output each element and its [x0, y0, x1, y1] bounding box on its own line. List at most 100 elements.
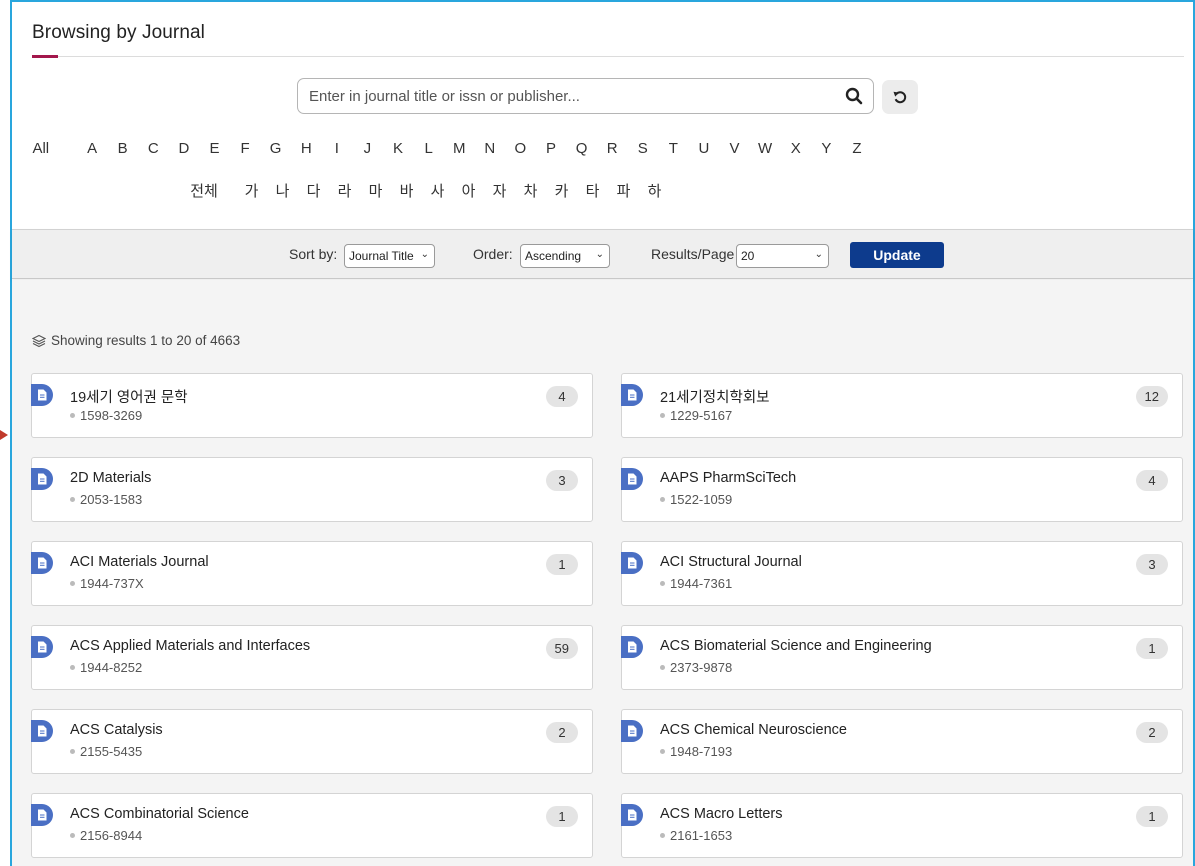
document-icon [31, 804, 53, 826]
journal-title[interactable]: ACS Biomaterial Science and Engineering [660, 638, 932, 654]
journal-card[interactable]: ACS Macro Letters 2161-1653 1 [621, 793, 1183, 858]
journal-card[interactable]: ACI Materials Journal 1944-737X 1 [31, 541, 593, 606]
alpha-korean-letter[interactable]: 가 [236, 180, 267, 201]
alpha-letter[interactable]: Q [566, 140, 597, 157]
journal-title[interactable]: 2D Materials [70, 470, 151, 486]
results-summary-text: Showing results 1 to 20 of 4663 [51, 333, 241, 348]
alpha-letter[interactable]: U [689, 140, 720, 157]
journal-issn: 2161-1653 [660, 828, 732, 843]
reset-button[interactable] [882, 80, 918, 114]
journal-title[interactable]: ACS Catalysis [70, 722, 163, 738]
chevron-down-icon: ⌄ [420, 249, 429, 260]
results-per-page-value: 20 [741, 249, 755, 263]
alpha-letter[interactable]: J [352, 140, 383, 157]
alpha-korean-letter[interactable]: 마 [360, 180, 391, 201]
sort-select[interactable]: Journal Title ⌄ [344, 244, 435, 268]
journal-title[interactable]: ACS Macro Letters [660, 806, 783, 822]
journal-issn: 1598-3269 [70, 408, 142, 423]
alpha-letter[interactable]: Z [842, 140, 873, 157]
search-icon[interactable] [845, 87, 863, 105]
journal-title[interactable]: AAPS PharmSciTech [660, 470, 796, 486]
alpha-letter[interactable]: C [138, 140, 169, 157]
alpha-letter[interactable]: D [169, 140, 200, 157]
alpha-letter[interactable]: B [107, 140, 138, 157]
alpha-letter[interactable]: O [505, 140, 536, 157]
item-count-badge: 2 [1136, 722, 1168, 743]
item-count-badge: 1 [546, 806, 578, 827]
update-button[interactable]: Update [850, 242, 944, 268]
alpha-letter[interactable]: N [475, 140, 506, 157]
alpha-letter[interactable]: P [536, 140, 567, 157]
alpha-letter[interactable]: H [291, 140, 322, 157]
alpha-letter[interactable]: F [230, 140, 261, 157]
alpha-all[interactable]: All [17, 140, 65, 157]
search-input[interactable] [309, 87, 829, 105]
journal-card[interactable]: ACS Chemical Neuroscience 1948-7193 2 [621, 709, 1183, 774]
journal-title[interactable]: ACI Materials Journal [70, 554, 209, 570]
alpha-korean-letter[interactable]: 타 [577, 180, 608, 201]
issn-text: 1944-7361 [670, 576, 733, 591]
layers-icon [32, 334, 46, 347]
journal-card[interactable]: ACS Catalysis 2155-5435 2 [31, 709, 593, 774]
document-icon [31, 468, 53, 490]
journal-card[interactable]: ACS Applied Materials and Interfaces 1944… [31, 625, 593, 690]
order-select[interactable]: Ascending ⌄ [520, 244, 610, 268]
journal-issn: 1944-8252 [70, 660, 142, 675]
alpha-korean-letter[interactable]: 자 [484, 180, 515, 201]
alpha-korean-letter[interactable]: 다 [298, 180, 329, 201]
alpha-letter[interactable]: T [658, 140, 689, 157]
alpha-letter[interactable]: Y [811, 140, 842, 157]
alpha-korean-letter[interactable]: 나 [267, 180, 298, 201]
alpha-korean-letter[interactable]: 바 [391, 180, 422, 201]
alpha-korean-letter[interactable]: 파 [608, 180, 639, 201]
issn-text: 1598-3269 [80, 408, 143, 423]
alpha-letter[interactable]: L [413, 140, 444, 157]
alpha-letter[interactable]: V [719, 140, 750, 157]
alpha-korean-all[interactable]: 전체 [180, 180, 228, 201]
journal-title[interactable]: 21세기정치학회보 [660, 386, 770, 407]
journal-card[interactable]: ACS Combinatorial Science 2156-8944 1 [31, 793, 593, 858]
results-area: Showing results 1 to 20 of 4663 19세기 영어권… [12, 280, 1193, 866]
alpha-letter[interactable]: X [780, 140, 811, 157]
alpha-letter[interactable]: M [444, 140, 475, 157]
alpha-korean-letter[interactable]: 사 [422, 180, 453, 201]
journal-card[interactable]: ACI Structural Journal 1944-7361 3 [621, 541, 1183, 606]
journal-title[interactable]: 19세기 영어권 문학 [70, 386, 188, 407]
issn-text: 1944-8252 [80, 660, 143, 675]
issn-text: 2161-1653 [670, 828, 733, 843]
journal-title[interactable]: ACS Chemical Neuroscience [660, 722, 847, 738]
alpha-korean-letter[interactable]: 카 [546, 180, 577, 201]
journal-card[interactable]: 21세기정치학회보 1229-5167 12 [621, 373, 1183, 438]
document-icon [31, 636, 53, 658]
sort-label: Sort by: [289, 246, 338, 262]
journal-title[interactable]: ACI Structural Journal [660, 554, 802, 570]
document-icon [621, 636, 643, 658]
alpha-letter[interactable]: R [597, 140, 628, 157]
results-per-page-select[interactable]: 20 ⌄ [736, 244, 829, 268]
journal-card[interactable]: AAPS PharmSciTech 1522-1059 4 [621, 457, 1183, 522]
alpha-letter[interactable]: A [77, 140, 108, 157]
alpha-korean-letter[interactable]: 차 [515, 180, 546, 201]
journal-card[interactable]: 19세기 영어권 문학 1598-3269 4 [31, 373, 593, 438]
alpha-letter[interactable]: S [627, 140, 658, 157]
issn-text: 1522-1059 [670, 492, 733, 507]
alpha-letter[interactable]: E [199, 140, 230, 157]
journal-card[interactable]: ACS Biomaterial Science and Engineering 2… [621, 625, 1183, 690]
journal-title[interactable]: ACS Applied Materials and Interfaces [70, 638, 310, 654]
alpha-letter[interactable]: K [383, 140, 414, 157]
item-count-badge: 2 [546, 722, 578, 743]
alpha-korean-letter[interactable]: 아 [453, 180, 484, 201]
bullet-icon [70, 413, 75, 418]
alpha-korean-letter[interactable]: 라 [329, 180, 360, 201]
alpha-letter[interactable]: W [750, 140, 781, 157]
journal-issn: 1229-5167 [660, 408, 732, 423]
alpha-letter[interactable]: I [322, 140, 353, 157]
alpha-korean-letter[interactable]: 하 [639, 180, 670, 201]
journal-card[interactable]: 2D Materials 2053-1583 3 [31, 457, 593, 522]
issn-text: 2155-5435 [80, 744, 143, 759]
journal-issn: 2155-5435 [70, 744, 142, 759]
item-count-badge: 12 [1135, 386, 1168, 407]
alpha-letter[interactable]: G [260, 140, 291, 157]
issn-text: 1944-737X [80, 576, 144, 591]
journal-title[interactable]: ACS Combinatorial Science [70, 806, 249, 822]
